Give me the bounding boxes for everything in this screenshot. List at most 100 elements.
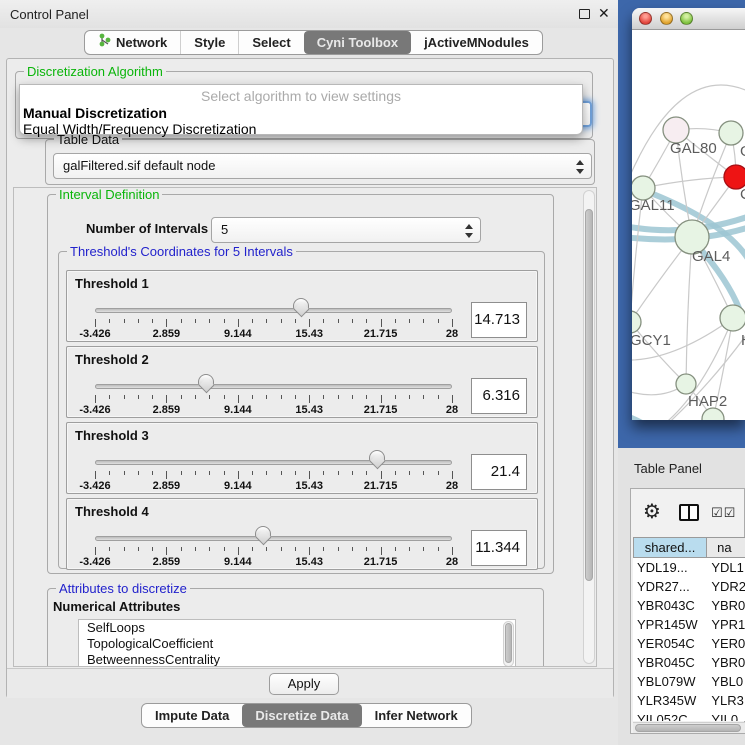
horizontal-scrollbar-thumb[interactable] <box>635 724 741 732</box>
slider-handle[interactable] <box>293 298 309 309</box>
vertical-scrollbar-thumb[interactable] <box>585 209 593 581</box>
table-cell: YDR2 <box>707 577 745 596</box>
slider-tick <box>124 471 125 475</box>
slider-handle[interactable] <box>198 374 214 385</box>
algorithm-option[interactable]: Manual Discretization <box>23 105 167 121</box>
network-window-titlebar[interactable] <box>632 8 745 30</box>
table-row[interactable]: YIL052CYIL0 <box>633 710 745 721</box>
tab-impute-data[interactable]: Impute Data <box>142 704 242 727</box>
table-rows: YDL19...YDL1YDR27...YDR2YBR043CYBR0YPR14… <box>633 558 745 721</box>
tab-style[interactable]: Style <box>180 31 238 54</box>
number-of-intervals-combobox[interactable]: 5 <box>211 217 481 243</box>
algorithm-placeholder: Select algorithm to view settings <box>20 88 582 104</box>
algorithm-option[interactable]: Equal Width/Frequency Discretization <box>23 121 256 137</box>
slider-handle[interactable] <box>369 450 385 461</box>
checkbox-icons[interactable]: ☑☑ <box>711 505 736 521</box>
numerical-attributes-list[interactable]: SelfLoopsTopologicalCoefficientBetweenne… <box>78 619 516 667</box>
slider-tick-label: 21.715 <box>355 404 407 416</box>
slider-tick <box>281 547 282 551</box>
table-cell: YPR1 <box>707 615 745 634</box>
tab-infer-network[interactable]: Infer Network <box>362 704 471 727</box>
minimize-traffic-light-icon[interactable] <box>660 12 673 25</box>
network-edge[interactable] <box>632 415 690 420</box>
slider-tick <box>395 547 396 551</box>
discretization-algorithm-group-title: Discretization Algorithm <box>24 64 166 79</box>
network-node-label: GAL4 <box>692 248 730 265</box>
apply-button[interactable]: Apply <box>269 673 339 695</box>
slider-tick <box>352 395 353 399</box>
table-column-header[interactable]: shared... <box>633 537 707 558</box>
table-header-row: shared...na <box>633 537 745 558</box>
close-traffic-light-icon[interactable] <box>639 12 652 25</box>
tab-jactivemnodules[interactable]: jActiveMNodules <box>411 31 542 54</box>
attribute-list-item[interactable]: SelfLoops <box>79 620 515 636</box>
network-node[interactable] <box>632 311 641 333</box>
table-data-combobox[interactable]: galFiltered.sif default node <box>53 153 592 179</box>
slider-tick <box>338 547 339 551</box>
thresholds-group-title: Threshold's Coordinates for 5 Intervals <box>67 244 296 259</box>
table-cell: YLR3 <box>707 691 745 710</box>
slider-tick-label: -3.426 <box>69 480 121 492</box>
close-icon[interactable]: ✕ <box>598 5 610 22</box>
slider-tick <box>438 319 439 323</box>
threshold-value-field[interactable]: 21.4 <box>471 454 527 490</box>
combo-stepper-icon <box>576 159 584 175</box>
network-view-window[interactable]: GAL80GALCGAL11GAL4GCY1HAHAP2 <box>632 8 745 420</box>
table-row[interactable]: YLR345WYLR3 <box>633 691 745 710</box>
network-node-label: GCY1 <box>632 332 671 349</box>
gear-icon[interactable]: ⚙ <box>643 499 661 524</box>
list-scrollbar-thumb[interactable] <box>505 623 512 663</box>
split-columns-icon[interactable] <box>679 504 699 521</box>
slider-track[interactable] <box>95 536 452 541</box>
slider-tick <box>209 319 210 323</box>
network-node[interactable] <box>719 121 743 145</box>
tab-tab-label: Infer Network <box>375 704 458 727</box>
table-row[interactable]: YPR145WYPR1 <box>633 615 745 634</box>
slider-tick <box>266 471 267 475</box>
slider-track[interactable] <box>95 384 452 389</box>
network-edge[interactable] <box>643 177 736 188</box>
slider-tick-label: -3.426 <box>69 556 121 568</box>
vertical-scrollbar[interactable] <box>583 190 595 664</box>
attribute-list-item[interactable]: TopologicalCoefficient <box>79 636 515 652</box>
slider-track[interactable] <box>95 308 452 313</box>
table-row[interactable]: YDR27...YDR2 <box>633 577 745 596</box>
slider-tick <box>381 547 382 555</box>
network-node[interactable] <box>676 374 696 394</box>
slider-tick <box>295 319 296 323</box>
threshold-label: Threshold 4 <box>75 504 149 519</box>
table-row[interactable]: YBL079WYBL0 <box>633 672 745 691</box>
table-row[interactable]: YBR043CYBR0 <box>633 596 745 615</box>
top-tab-bar: NetworkStyleSelectCyni ToolboxjActiveMNo… <box>84 30 543 55</box>
zoom-traffic-light-icon[interactable] <box>680 12 693 25</box>
table-row[interactable]: YER054CYER0 <box>633 634 745 653</box>
threshold-value-field[interactable]: 11.344 <box>471 530 527 566</box>
settings-scrollpane: Interval Definition Number of Intervals … <box>13 187 597 667</box>
list-scrollbar[interactable] <box>503 621 514 667</box>
slider-handle[interactable] <box>255 526 271 537</box>
slider-tick <box>309 547 310 555</box>
network-canvas[interactable]: GAL80GALCGAL11GAL4GCY1HAHAP2 <box>632 30 745 420</box>
network-node-label: C <box>740 186 745 203</box>
tab-cyni-toolbox[interactable]: Cyni Toolbox <box>304 31 411 54</box>
attribute-browser-panel: ⚙ ☑☑ shared...na YDL19...YDL1YDR27...YDR… <box>630 488 745 734</box>
tab-select[interactable]: Select <box>238 31 303 54</box>
threshold-value-field[interactable]: 14.713 <box>471 302 527 338</box>
network-node-label: HA <box>741 332 745 349</box>
slider-track[interactable] <box>95 460 452 465</box>
network-node-label: GAL80 <box>670 140 717 157</box>
table-row[interactable]: YDL19...YDL1 <box>633 558 745 577</box>
network-window-frame: GAL80GALCGAL11GAL4GCY1HAHAP2 <box>618 0 745 448</box>
table-row[interactable]: YBR045CYBR0 <box>633 653 745 672</box>
network-node[interactable] <box>720 305 745 331</box>
slider-tick <box>166 471 167 479</box>
threshold-panel: Threshold 3-3.4262.8599.14415.4321.71528… <box>66 422 538 494</box>
slider-tick <box>423 547 424 551</box>
table-column-header[interactable]: na <box>707 537 745 558</box>
threshold-value-field[interactable]: 6.316 <box>471 378 527 414</box>
tab-discretize-data[interactable]: Discretize Data <box>242 704 361 727</box>
horizontal-scrollbar[interactable] <box>633 722 745 733</box>
tab-network[interactable]: Network <box>85 31 180 54</box>
float-window-icon[interactable] <box>579 9 590 19</box>
attribute-list-item[interactable]: BetweennessCentrality <box>79 652 515 667</box>
